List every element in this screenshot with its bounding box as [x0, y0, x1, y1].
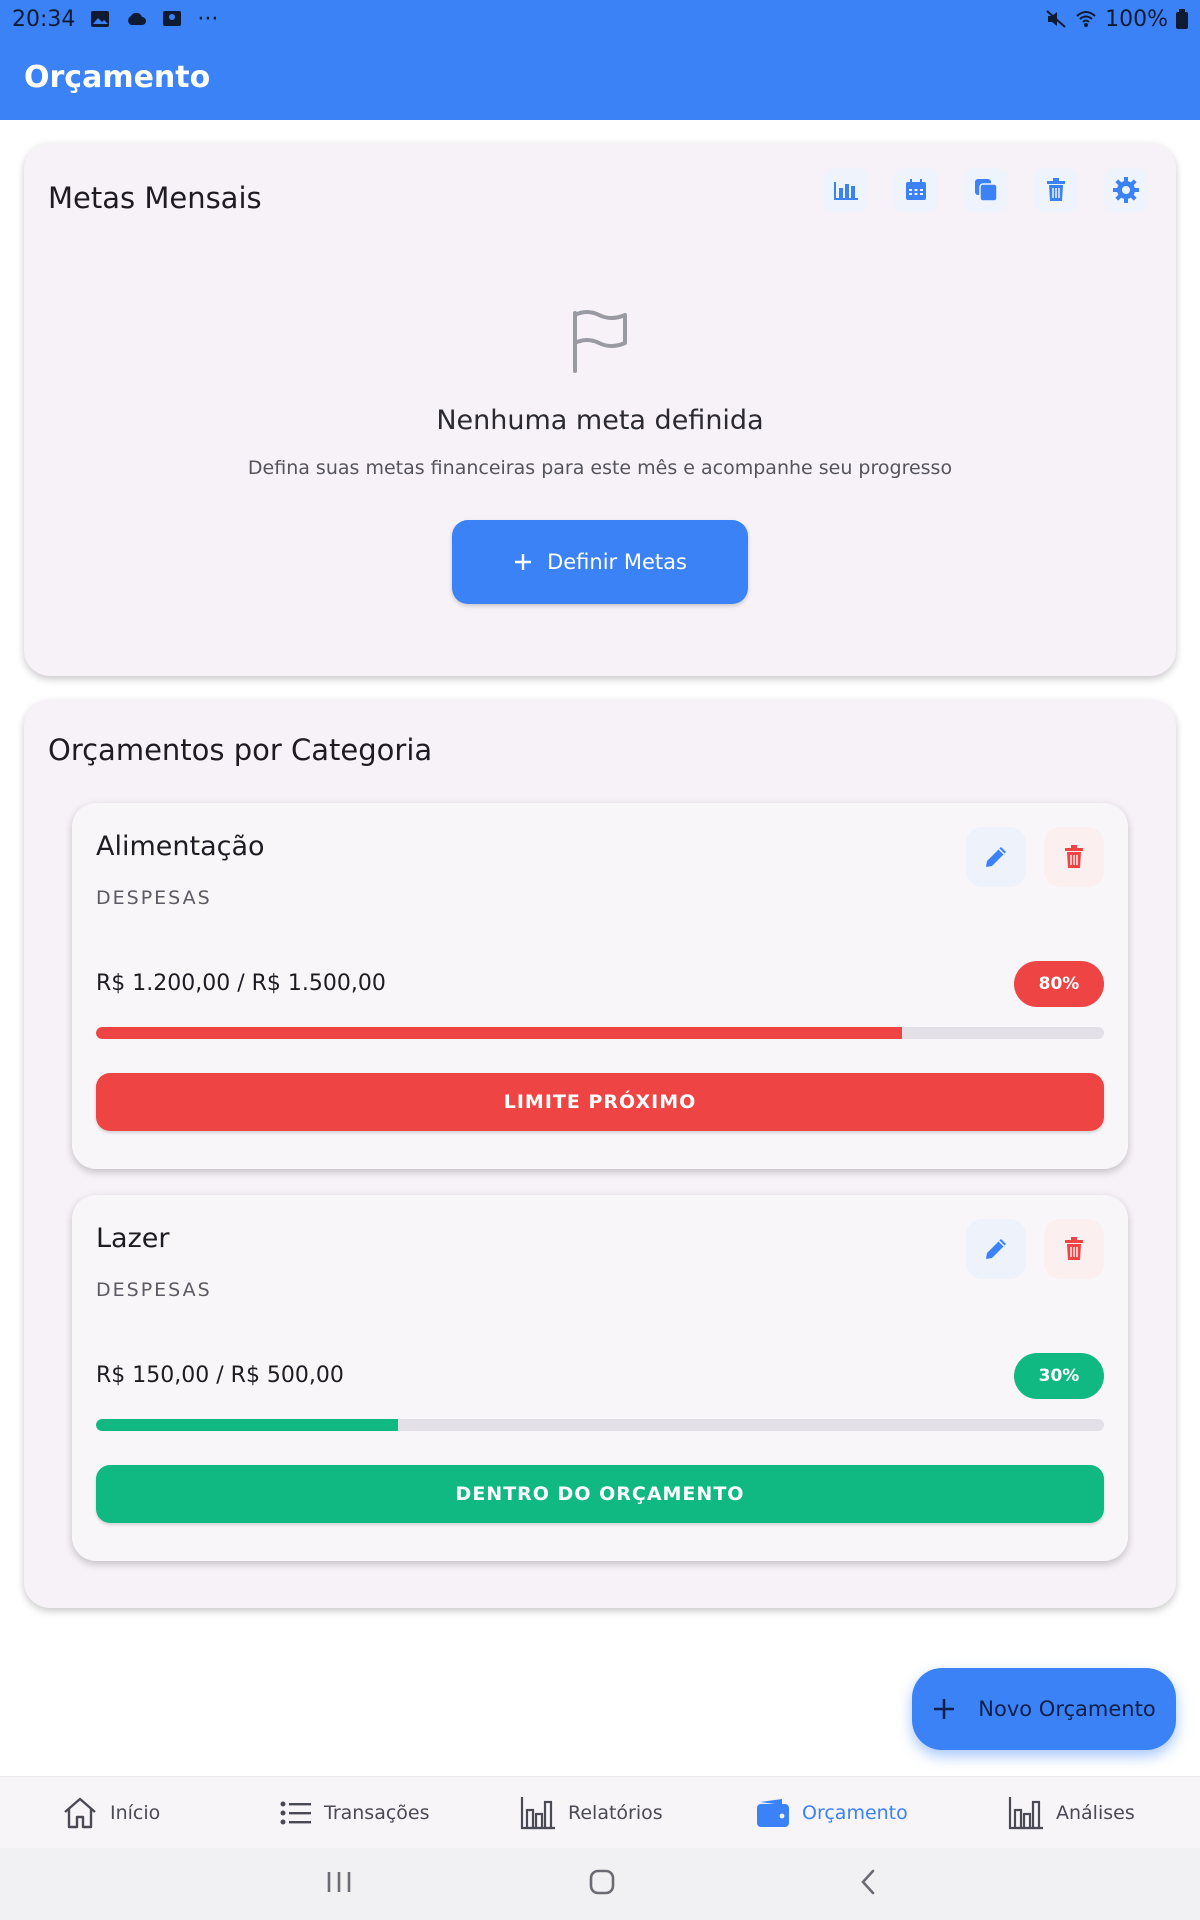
- wallet-icon: [757, 1799, 789, 1827]
- define-goals-button[interactable]: Definir Metas: [452, 520, 748, 604]
- empty-goals-subtitle: Defina suas metas financeiras para este …: [247, 457, 953, 479]
- budget-progress-fill: [96, 1027, 903, 1039]
- budget-item-alimentacao: Alimentação DESPESAS R$ 1.200,00 / R$ 1.…: [72, 803, 1128, 1169]
- budget-progress-track: [96, 1419, 1104, 1431]
- notification-icon: [163, 11, 182, 26]
- edit-budget-button[interactable]: [966, 827, 1026, 887]
- list-icon: [280, 1801, 311, 1825]
- monthly-goals-card: Metas Mensais Nenhuma meta definida Defi…: [24, 143, 1176, 676]
- bar-chart-icon: [1008, 1797, 1043, 1830]
- home-button-icon[interactable]: [588, 1868, 616, 1896]
- plus-icon: [515, 554, 532, 570]
- define-goals-label: Definir Metas: [547, 550, 687, 574]
- bar-chart-icon: [834, 182, 858, 200]
- bar-chart-icon: [520, 1797, 555, 1830]
- app-bar: 20:34 ··· 100% Orçamento: [0, 0, 1200, 120]
- gear-icon: [1113, 177, 1139, 203]
- nav-label: Início: [110, 1802, 161, 1824]
- nav-label: Orçamento: [802, 1802, 908, 1824]
- budget-type: DESPESAS: [96, 1279, 212, 1301]
- delete-budget-button[interactable]: [1044, 1219, 1104, 1279]
- recent-apps-icon[interactable]: [326, 1868, 352, 1896]
- back-icon[interactable]: [858, 1868, 878, 1896]
- budget-name: Lazer: [96, 1223, 170, 1254]
- status-bar: 20:34 ··· 100%: [0, 0, 1200, 38]
- flag-icon: [573, 310, 627, 373]
- copy-button[interactable]: [964, 168, 1008, 212]
- nav-item-inicio[interactable]: Início: [62, 1777, 160, 1849]
- chart-button[interactable]: [824, 168, 868, 212]
- goals-actions: [824, 168, 1148, 212]
- category-budgets-title: Orçamentos por Categoria: [48, 733, 433, 767]
- nav-item-analises[interactable]: Análises: [1008, 1777, 1135, 1849]
- copy-icon: [975, 179, 998, 202]
- battery-text: 100%: [1105, 6, 1168, 32]
- settings-button[interactable]: [1104, 168, 1148, 212]
- category-budgets-card: Orçamentos por Categoria Alimentação DES…: [24, 700, 1176, 1608]
- budget-percent-badge: 80%: [1014, 961, 1104, 1007]
- nav-label: Relatórios: [568, 1802, 663, 1824]
- cloud-icon: [128, 12, 147, 25]
- home-icon: [64, 1797, 96, 1829]
- new-budget-label: Novo Orçamento: [978, 1697, 1156, 1721]
- budget-amount: R$ 1.200,00 / R$ 1.500,00: [96, 971, 386, 996]
- status-time: 20:34: [12, 6, 76, 32]
- calendar-button[interactable]: [894, 168, 938, 212]
- budget-progress-fill: [96, 1419, 399, 1431]
- new-budget-fab[interactable]: Novo Orçamento: [912, 1668, 1176, 1750]
- delete-goals-button[interactable]: [1034, 168, 1078, 212]
- budget-name: Alimentação: [96, 831, 265, 862]
- nav-label: Análises: [1056, 1802, 1135, 1824]
- calendar-icon: [906, 179, 926, 200]
- delete-budget-button[interactable]: [1044, 827, 1104, 887]
- nav-item-relatorios[interactable]: Relatórios: [520, 1777, 663, 1849]
- budget-type: DESPESAS: [96, 887, 212, 909]
- empty-goals-title: Nenhuma meta definida: [436, 405, 764, 436]
- budget-progress-track: [96, 1027, 1104, 1039]
- budget-item-lazer: Lazer DESPESAS R$ 150,00 / R$ 500,00 30%…: [72, 1195, 1128, 1561]
- pencil-icon: [986, 1239, 1006, 1259]
- trash-icon: [1047, 178, 1065, 201]
- trash-icon: [1065, 1237, 1083, 1260]
- battery-icon: [1176, 9, 1188, 29]
- nav-label: Transações: [324, 1802, 430, 1824]
- image-icon: [91, 11, 110, 27]
- wifi-icon: [1076, 11, 1096, 27]
- budget-status-banner: LIMITE PRÓXIMO: [96, 1073, 1104, 1131]
- edit-budget-button[interactable]: [966, 1219, 1026, 1279]
- goals-title: Metas Mensais: [48, 181, 262, 215]
- budget-percent-badge: 30%: [1014, 1353, 1104, 1399]
- mute-icon: [1046, 10, 1066, 28]
- nav-item-transacoes[interactable]: Transações: [280, 1777, 430, 1849]
- bottom-navigation: Início Transações Relatórios Orçamento A…: [0, 1776, 1200, 1848]
- page-title: Orçamento: [24, 60, 211, 95]
- more-notifications-icon: ···: [197, 6, 219, 32]
- budget-amount: R$ 150,00 / R$ 500,00: [96, 1363, 344, 1388]
- nav-item-orcamento[interactable]: Orçamento: [756, 1777, 908, 1849]
- budget-status-banner: DENTRO DO ORÇAMENTO: [96, 1465, 1104, 1523]
- pencil-icon: [986, 847, 1006, 867]
- plus-icon: [934, 1699, 955, 1719]
- system-navigation-bar: [0, 1848, 1200, 1920]
- trash-icon: [1065, 845, 1083, 868]
